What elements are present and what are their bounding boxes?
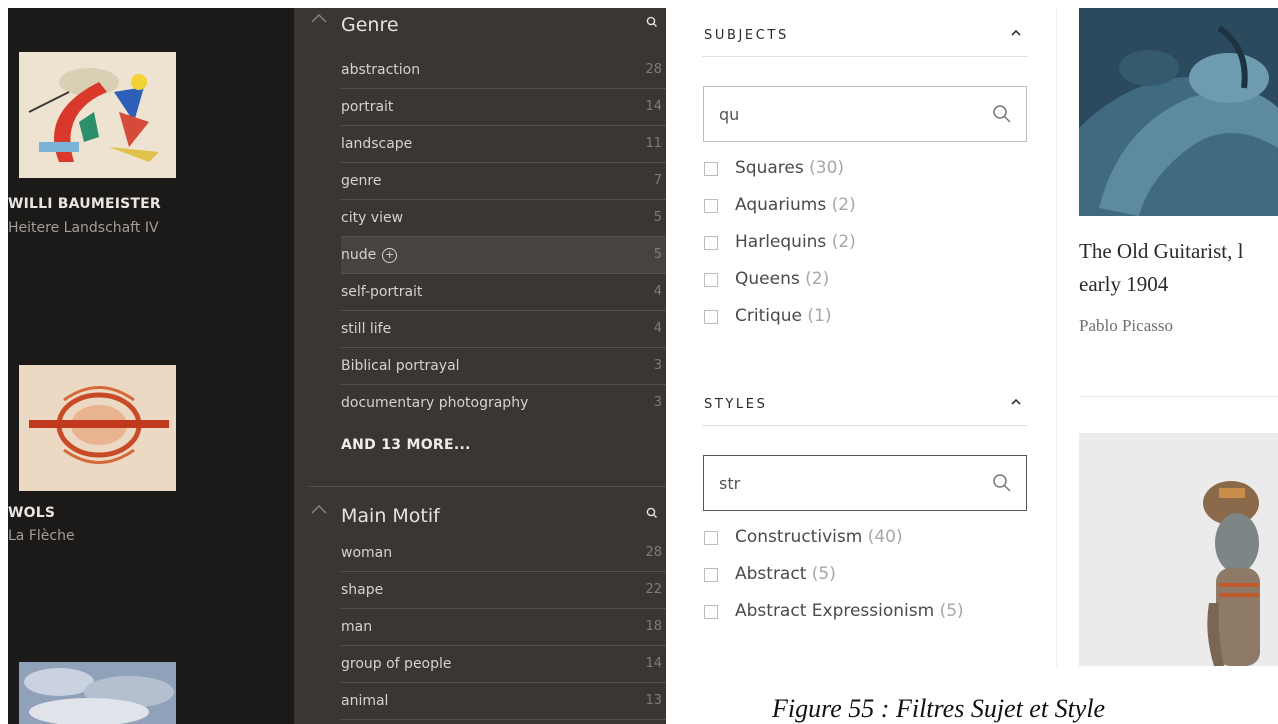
facet-item[interactable]: Biblical portrayal 3: [341, 348, 666, 385]
facet-panel: Genre abstraction 28 portrait 14 landscape…: [294, 8, 666, 724]
facet-item-hovered[interactable]: nude + 5: [341, 237, 666, 274]
result-date: early 1904: [1079, 272, 1169, 296]
facet-item-count: 4: [653, 321, 662, 336]
show-more-link[interactable]: AND 13 MORE...: [341, 437, 471, 453]
facet-item[interactable]: self-portrait 4: [341, 274, 666, 311]
facet-item[interactable]: shape 22: [341, 572, 666, 609]
artwork-thumbnail-landscape[interactable]: [19, 662, 176, 724]
chevron-up-icon[interactable]: [310, 503, 328, 515]
facet-title: Genre: [341, 14, 399, 36]
facet-item-label: woman: [341, 545, 393, 561]
artwork-thumbnail-wols[interactable]: [19, 365, 176, 491]
chevron-up-icon[interactable]: [1010, 28, 1022, 38]
plus-circle-icon[interactable]: +: [382, 248, 398, 263]
checkbox-icon[interactable]: [704, 199, 718, 213]
facet-item-count: 5: [653, 210, 662, 225]
section-header-styles[interactable]: STYLES: [702, 385, 1028, 426]
facet-item-count: 7: [653, 173, 662, 188]
facet-item[interactable]: animal 13: [341, 683, 666, 720]
facet-item-label: self-portrait: [341, 284, 423, 300]
facet-item[interactable]: man 18: [341, 609, 666, 646]
facet-item-count: 28: [645, 62, 662, 77]
facet-item[interactable]: documentary photography 3: [341, 385, 666, 422]
checkbox-icon[interactable]: [704, 236, 718, 250]
checkbox-icon[interactable]: [704, 568, 718, 582]
facet-item-count: 11: [645, 136, 662, 151]
facet-item-label: shape: [341, 582, 384, 598]
search-value: str: [719, 474, 741, 493]
facet-title: Main Motif: [341, 505, 440, 527]
facet-item-label: Biblical portrayal: [341, 358, 460, 374]
result-title[interactable]: The Old Guitarist, l: [1079, 239, 1243, 264]
facet-item[interactable]: city view 5: [341, 200, 666, 237]
facet-item-label: city view: [341, 210, 404, 226]
facet-item-count: 5: [653, 247, 662, 262]
facet-item-count: 28: [645, 545, 662, 560]
results-column: The Old Guitarist, l early 1904 Pablo Pi…: [1079, 8, 1278, 724]
search-icon[interactable]: [992, 473, 1012, 493]
facet-item-count: 13: [645, 693, 662, 708]
facet-item-label: man: [341, 619, 373, 635]
artwork-title[interactable]: La Flèche: [8, 528, 75, 544]
facet-item-count: 22: [645, 582, 662, 597]
facet-item[interactable]: woman 28: [341, 535, 666, 572]
facet-item[interactable]: landscape 11: [341, 126, 666, 163]
artwork-gallery: WILLI BAUMEISTER Heitere Landschaft IV W…: [8, 8, 294, 724]
search-icon[interactable]: [992, 104, 1012, 124]
facet-item-count: 18: [645, 619, 662, 634]
filter-panel: SUBJECTS qu Squares (30) Aquariums (2) H…: [672, 8, 1057, 666]
facet-item[interactable]: group of people 14: [341, 646, 666, 683]
facet-divider: [309, 486, 666, 487]
facet-item-label: animal: [341, 693, 389, 709]
facet-item-count: 4: [653, 284, 662, 299]
facet-item-count: 3: [653, 395, 662, 410]
facet-item[interactable]: genre 7: [341, 163, 666, 200]
facet-item-count: 14: [645, 656, 662, 671]
facet-item-label: portrait: [341, 99, 394, 115]
facet-header-genre[interactable]: Genre: [294, 8, 666, 42]
chevron-up-icon[interactable]: [1010, 397, 1022, 407]
facet-item[interactable]: portrait 14: [341, 89, 666, 126]
checkbox-icon[interactable]: [704, 531, 718, 545]
figure-caption: Figure 55 : Filtres Sujet et Style: [772, 694, 1106, 723]
facet-item-label: nude +: [341, 247, 398, 263]
artwork-thumbnail-baumeister[interactable]: [19, 52, 176, 178]
checkbox-icon[interactable]: [704, 273, 718, 287]
checkbox-icon[interactable]: [704, 310, 718, 324]
artwork-image-sculpture[interactable]: [1079, 433, 1278, 666]
facet-item[interactable]: abstraction 28: [341, 52, 666, 89]
facet-item[interactable]: still life 4: [341, 311, 666, 348]
search-icon[interactable]: [646, 16, 658, 28]
facet-item-label: group of people: [341, 656, 452, 672]
section-header-subjects[interactable]: SUBJECTS: [702, 16, 1028, 57]
facet-item-label: landscape: [341, 136, 413, 152]
facet-item-label: still life: [341, 321, 392, 337]
search-icon[interactable]: [646, 507, 658, 519]
search-value: qu: [719, 105, 740, 124]
result-artist[interactable]: Pablo Picasso: [1079, 316, 1173, 336]
checkbox-icon[interactable]: [704, 162, 718, 176]
facet-item-label: abstraction: [341, 62, 421, 78]
facet-item-label: documentary photography: [341, 395, 529, 411]
facet-header-main-motif[interactable]: Main Motif: [294, 499, 666, 533]
chevron-up-icon[interactable]: [310, 12, 328, 24]
section-title: SUBJECTS: [704, 28, 789, 43]
section-title: STYLES: [704, 397, 768, 412]
subjects-search-input[interactable]: qu: [703, 86, 1027, 142]
result-divider: [1079, 396, 1278, 397]
artwork-image-old-guitarist[interactable]: [1079, 8, 1278, 216]
artist-name[interactable]: WOLS: [8, 505, 55, 521]
artwork-title[interactable]: Heitere Landschaft IV: [8, 220, 159, 236]
facet-item-label: genre: [341, 173, 382, 189]
facet-item-count: 14: [645, 99, 662, 114]
artist-name[interactable]: WILLI BAUMEISTER: [8, 196, 161, 212]
facet-item-count: 3: [653, 358, 662, 373]
checkbox-icon[interactable]: [704, 605, 718, 619]
styles-search-input[interactable]: str: [703, 455, 1027, 511]
